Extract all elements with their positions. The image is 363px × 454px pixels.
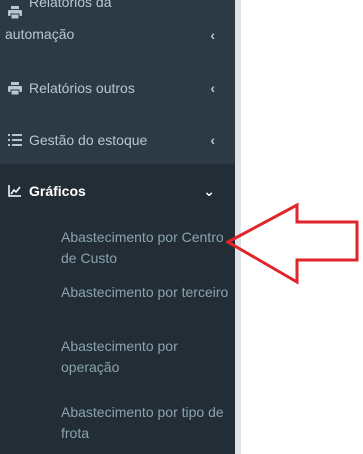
sidebar-item-label: automação — [5, 26, 75, 42]
submenu-item[interactable]: Abastecimento por operação — [61, 336, 229, 378]
chevron-left-icon: ‹ — [210, 80, 215, 96]
sidebar-item-label: Gráficos — [29, 183, 86, 199]
sidebar-item-label: Gestão do estoque — [29, 132, 148, 148]
printer-icon — [7, 81, 22, 95]
sidebar: Relatórios da automação ‹ Relatórios out… — [0, 0, 235, 454]
sidebar-item-label: Relatórios da — [29, 0, 112, 10]
sidebar-item-gestao-estoque[interactable]: Gestão do estoque ‹ — [0, 122, 235, 158]
submenu-item[interactable]: Abastecimento por Centro de Custo — [61, 227, 229, 269]
sidebar-item-relatorios-automacao[interactable]: Relatórios da automação ‹ — [0, 0, 235, 56]
sidebar-item-graficos[interactable]: Gráficos ⌄ — [0, 174, 235, 208]
red-arrow-icon — [224, 202, 359, 285]
chevron-left-icon: ‹ — [210, 27, 215, 43]
printer-icon — [7, 5, 22, 19]
chart-icon — [7, 184, 22, 198]
chevron-left-icon: ‹ — [210, 132, 215, 148]
list-icon — [7, 133, 22, 147]
submenu-item[interactable]: Abastecimento por terceiro — [61, 282, 229, 303]
sidebar-item-relatorios-outros[interactable]: Relatórios outros ‹ — [0, 70, 235, 106]
submenu-item[interactable]: Abastecimento por tipo de frota — [61, 402, 229, 444]
sidebar-item-label: Relatórios outros — [29, 80, 135, 96]
chevron-down-icon: ⌄ — [203, 182, 215, 199]
